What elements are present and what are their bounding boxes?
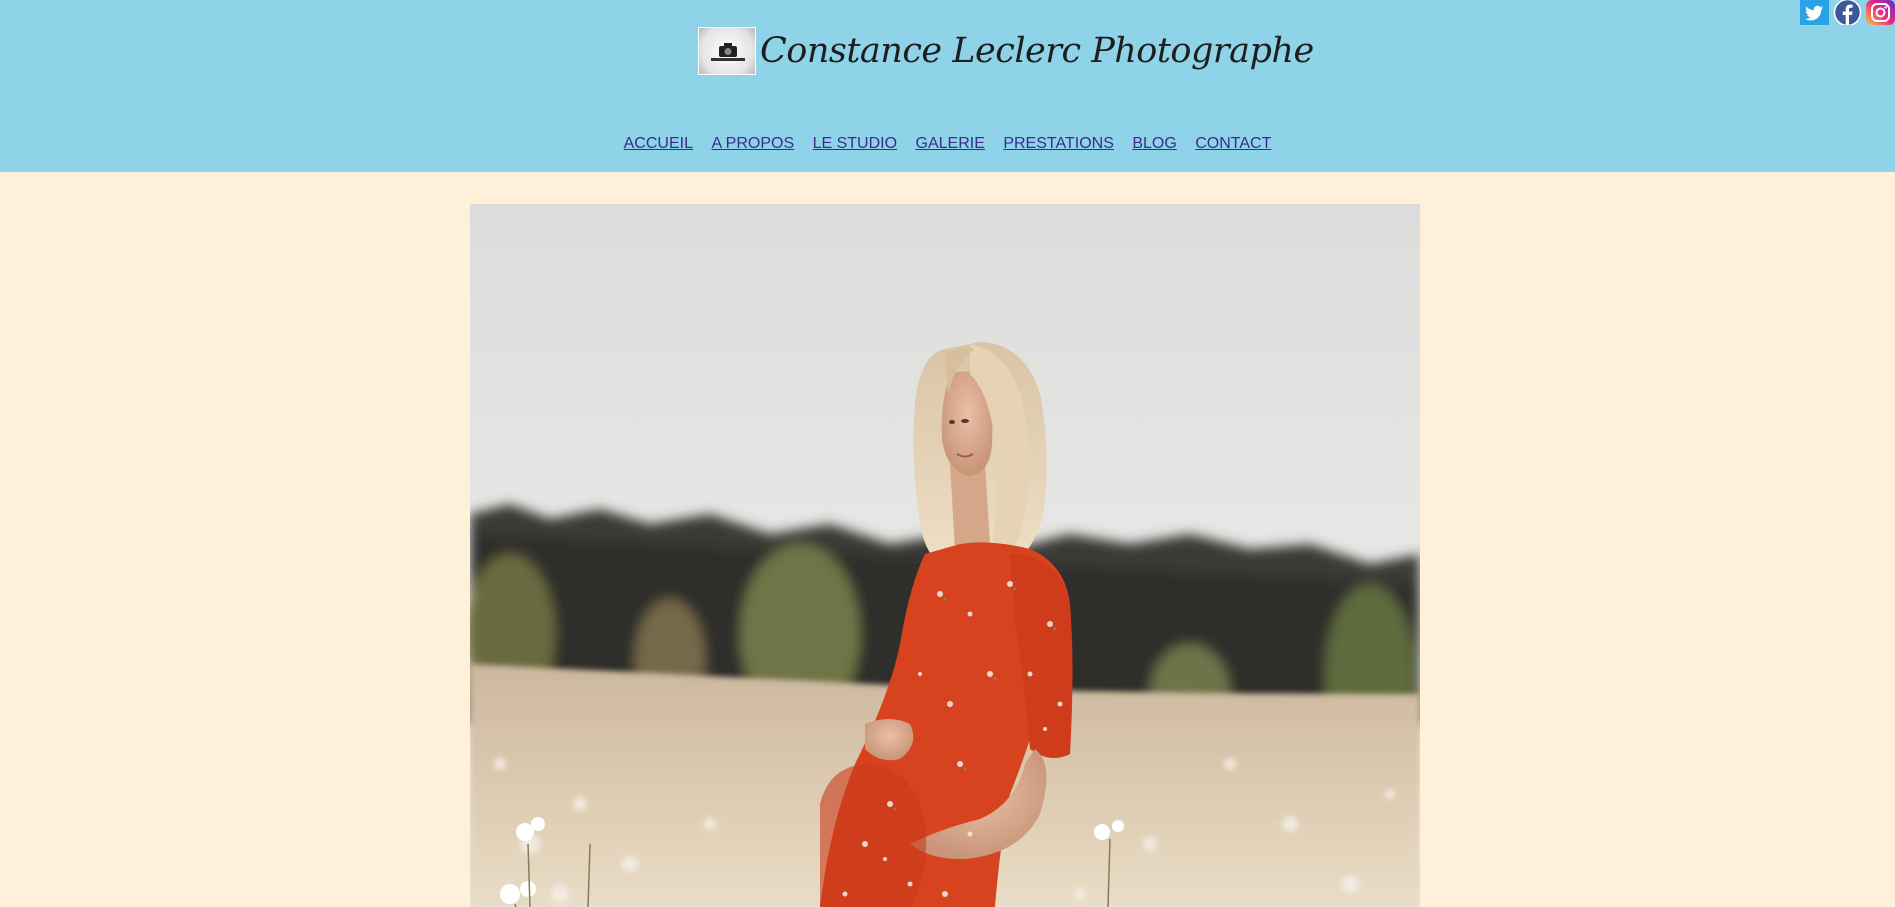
hero-photo bbox=[470, 204, 1420, 907]
nav-galerie[interactable]: GALERIE bbox=[916, 135, 985, 152]
main-nav: ACCUEIL A PROPOS LE STUDIO GALERIE PREST… bbox=[0, 135, 1895, 153]
logo[interactable] bbox=[698, 27, 756, 75]
nav-a-propos[interactable]: A PROPOS bbox=[711, 135, 794, 152]
nav-contact[interactable]: CONTACT bbox=[1195, 135, 1271, 152]
social-links bbox=[1800, 0, 1895, 27]
site-header: Constance Leclerc Photographe ACCUEIL A … bbox=[0, 0, 1895, 172]
facebook-icon[interactable] bbox=[1833, 0, 1862, 27]
brand[interactable]: Constance Leclerc Photographe bbox=[698, 25, 1314, 77]
nav-prestations[interactable]: PRESTATIONS bbox=[1003, 135, 1114, 152]
nav-le-studio[interactable]: LE STUDIO bbox=[813, 135, 897, 152]
nav-blog[interactable]: BLOG bbox=[1132, 135, 1176, 152]
site-title[interactable]: Constance Leclerc Photographe bbox=[760, 31, 1314, 71]
instagram-icon[interactable] bbox=[1866, 0, 1895, 25]
twitter-icon[interactable] bbox=[1800, 0, 1829, 25]
nav-accueil[interactable]: ACCUEIL bbox=[624, 135, 693, 152]
maternity-photo bbox=[470, 204, 1420, 907]
camera-logo-icon bbox=[711, 43, 745, 61]
